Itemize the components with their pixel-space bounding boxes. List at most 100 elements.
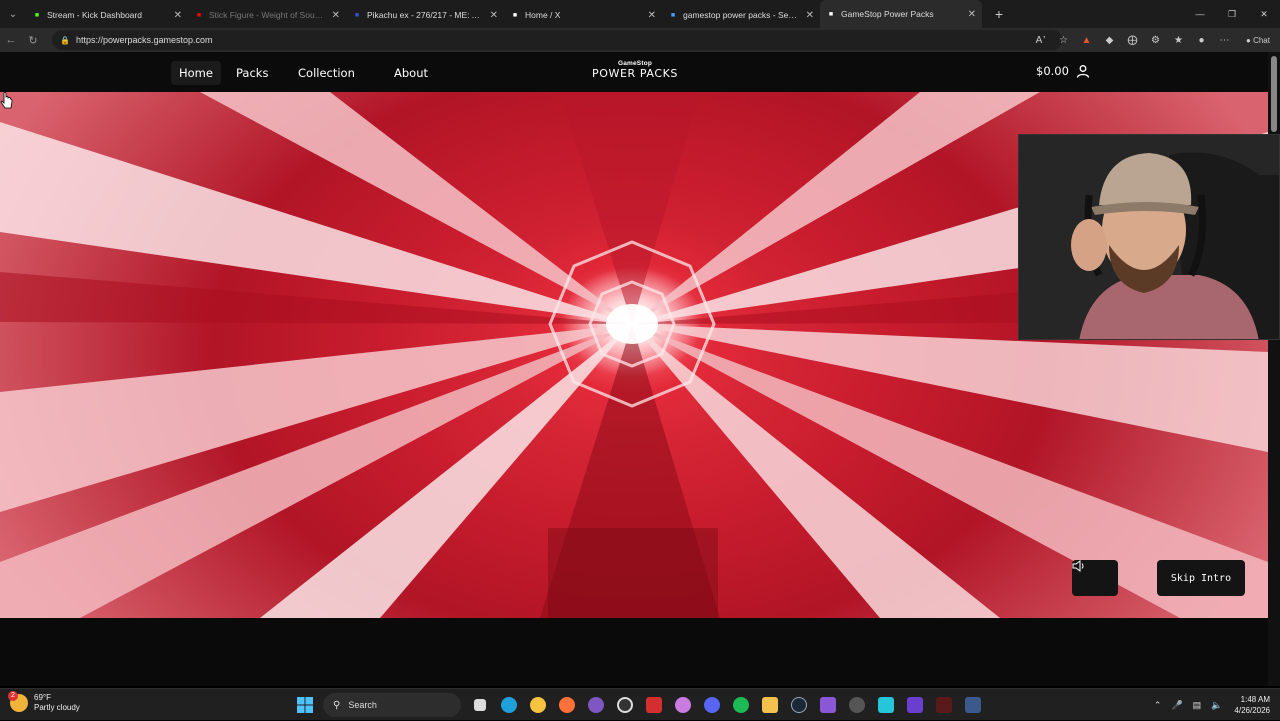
browser-tab[interactable]: ■ Stream - Kick Dashboard ✕ (26, 2, 188, 28)
tcg-icon: ■ (354, 11, 360, 19)
tab-actions-chevron-icon[interactable]: ⌄ (0, 0, 26, 28)
back-icon[interactable]: ← (0, 34, 22, 46)
microphone-icon[interactable]: 🎤 (1171, 700, 1182, 711)
clock-date: 4/26/2026 (1234, 706, 1270, 715)
favorite-star-icon[interactable]: ☆ (1052, 35, 1075, 46)
power-packs-logo[interactable]: GameStop POWER PACKS (576, 60, 694, 80)
sound-toggle-button[interactable] (1072, 560, 1118, 596)
firefox-icon[interactable] (552, 689, 581, 721)
close-tab-icon[interactable]: ✕ (806, 10, 814, 21)
address-bar: ← ↻ 🔒 https://powerpacks.gamestop.com A … (0, 28, 1280, 52)
app-disc-icon[interactable] (842, 689, 871, 721)
nav-collection-link[interactable]: Collection (290, 61, 363, 85)
search-icon: ⚲ (333, 699, 341, 711)
file-explorer-icon[interactable] (755, 689, 784, 721)
refresh-icon[interactable]: ↻ (22, 34, 44, 47)
start-button[interactable] (290, 689, 319, 721)
visual-studio-icon[interactable] (813, 689, 842, 721)
url-text: https://powerpacks.gamestop.com (75, 35, 213, 45)
close-tab-icon[interactable]: ✕ (968, 9, 976, 20)
browser-tab[interactable]: ■ Stick Figure - Weight of Sound - Y ✕ (188, 2, 346, 28)
system-tray: ⌃ 🎤 ▤ 🔈 1:48 AM 4/26/2026 (1144, 689, 1270, 721)
close-window-icon[interactable]: ✕ (1248, 0, 1280, 28)
gamestop-icon: ■ (828, 10, 834, 18)
copilot-chat-button[interactable]: ● Chat (1236, 36, 1280, 45)
spotify-icon[interactable] (726, 689, 755, 721)
restore-icon[interactable]: ❐ (1216, 0, 1248, 28)
browser-essentials-icon[interactable]: ⚙ (1144, 35, 1167, 46)
tab-title: Pikachu ex - 276/217 - ME: Ascend (367, 10, 484, 20)
url-field[interactable]: 🔒 https://powerpacks.gamestop.com (52, 30, 1062, 50)
window-controls: — ❐ ✕ (1184, 0, 1280, 28)
app-purple-icon[interactable] (581, 689, 610, 721)
obs-icon[interactable] (610, 689, 639, 721)
more-menu-icon[interactable]: ⋯ (1213, 35, 1236, 46)
browser-tab[interactable]: ■ Home / X ✕ (504, 2, 662, 28)
app-settings-icon[interactable] (958, 689, 987, 721)
mouse-cursor-icon (0, 92, 13, 109)
weather-widget[interactable]: 2 69°F Partly cloudy (8, 691, 80, 713)
close-tab-icon[interactable]: ✕ (648, 10, 656, 21)
skip-intro-button[interactable]: Skip Intro (1157, 560, 1245, 596)
tab-title: GameStop Power Packs (841, 9, 934, 19)
volume-icon[interactable]: 🔈 (1211, 700, 1222, 711)
extensions-puzzle-icon[interactable]: ⨁ (1121, 35, 1144, 46)
edge-icon[interactable] (494, 689, 523, 721)
profile-avatar[interactable]: ● (1190, 35, 1213, 46)
app-cyan-icon[interactable] (871, 689, 900, 721)
extension-diamond-icon[interactable]: ◆ (1098, 35, 1121, 46)
logo-power-packs-text: POWER PACKS (592, 67, 678, 80)
tray-chevron-icon[interactable]: ⌃ (1154, 700, 1162, 711)
system-clock[interactable]: 1:48 AM 4/26/2026 (1234, 694, 1270, 716)
windows-logo-icon (296, 697, 313, 713)
speaker-icon (1072, 560, 1084, 572)
network-icon[interactable]: ▤ (1193, 700, 1202, 711)
browser-tab[interactable]: ■ GameStop Power Packs ✕ (820, 0, 982, 28)
nav-home-link[interactable]: Home (171, 61, 221, 85)
chrome-icon[interactable] (523, 689, 552, 721)
kick-icon: ■ (34, 11, 40, 19)
browser-tab[interactable]: ■ gamestop power packs - Search ✕ (662, 2, 820, 28)
read-aloud-icon[interactable]: A ’ (1029, 35, 1052, 46)
weather-desc: Partly cloudy (34, 703, 80, 712)
minimize-icon[interactable]: — (1184, 0, 1216, 28)
site-header: Home Packs Collection About GameStop POW… (0, 52, 1268, 92)
search-icon: ■ (670, 11, 676, 19)
weather-badge: 2 (8, 691, 18, 701)
cart-total[interactable]: $0.00 (1036, 64, 1069, 78)
tab-title: gamestop power packs - Search (683, 10, 800, 20)
account-icon[interactable] (1076, 64, 1090, 78)
browser-tab-bar: ⌄ ■ Stream - Kick Dashboard ✕ ■ Stick Figure… (0, 0, 1280, 28)
close-tab-icon[interactable]: ✕ (332, 10, 340, 21)
close-tab-icon[interactable]: ✕ (490, 10, 498, 21)
weather-temp: 69°F (34, 693, 51, 702)
extension-icon[interactable]: ▲ (1075, 35, 1098, 46)
itunes-icon[interactable] (668, 689, 697, 721)
taskbar-search[interactable]: ⚲ Search (323, 693, 461, 717)
browser-tab[interactable]: ■ Pikachu ex - 276/217 - ME: Ascend ✕ (346, 2, 504, 28)
new-tab-button[interactable]: + (988, 6, 1010, 22)
fx-icon[interactable] (900, 689, 929, 721)
tab-title: Stick Figure - Weight of Sound - Y (209, 10, 326, 20)
task-view-icon[interactable] (465, 689, 494, 721)
webcam-overlay (1018, 134, 1280, 340)
app-game-icon[interactable] (929, 689, 958, 721)
nav-about-link[interactable]: About (386, 61, 436, 85)
x-icon: ■ (512, 11, 518, 19)
weather-sun-icon: 2 (8, 691, 28, 712)
favorites-icon[interactable]: ★ (1167, 35, 1190, 46)
logo-gamestop-text: GameStop (617, 60, 653, 67)
streamer-webcam-image (1019, 135, 1279, 339)
tab-title: Home / X (525, 10, 561, 20)
windows-taskbar: 2 69°F Partly cloudy ⚲ Search ⌃ 🎤 ▤ 🔈 1:… (0, 688, 1280, 720)
tab-title: Stream - Kick Dashboard (47, 10, 142, 20)
youtube-icon: ■ (196, 11, 202, 19)
app-red-icon[interactable] (639, 689, 668, 721)
discord-icon[interactable] (697, 689, 726, 721)
clock-time: 1:48 AM (1240, 695, 1270, 704)
lock-icon: 🔒 (60, 35, 70, 45)
close-tab-icon[interactable]: ✕ (174, 10, 182, 21)
steam-icon[interactable] (784, 689, 813, 721)
nav-packs-link[interactable]: Packs (228, 61, 276, 85)
taskbar-search-label: Search (348, 700, 377, 710)
